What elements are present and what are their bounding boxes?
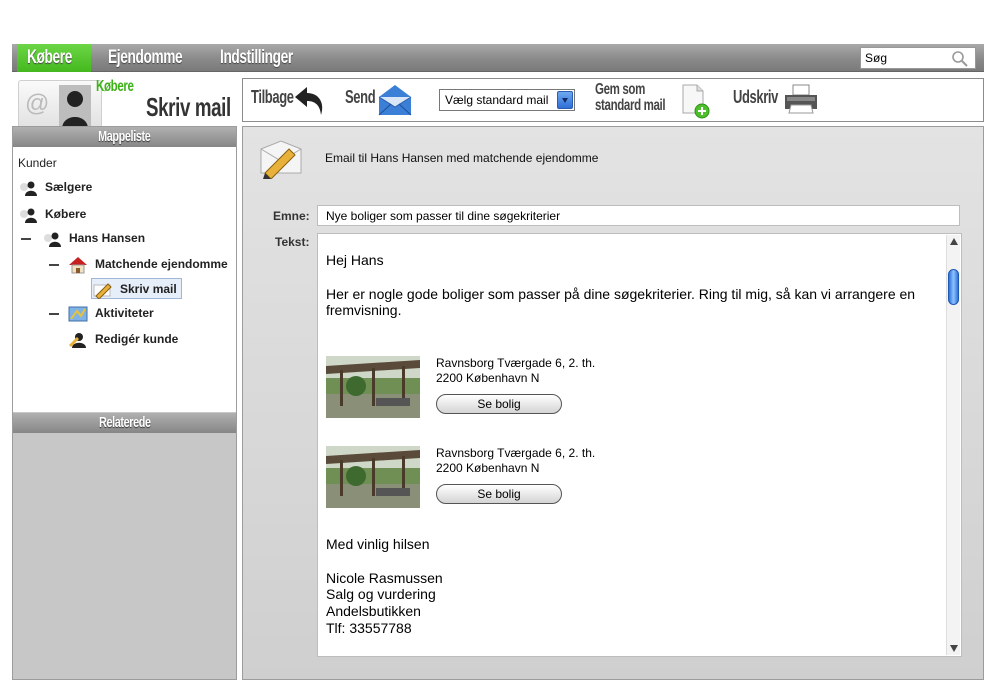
toolbar: Tilbage Send Vælg standard mail Gem som … bbox=[242, 78, 984, 122]
user-icon bbox=[44, 232, 61, 247]
tree-item-aktiviteter[interactable]: Aktiviteter bbox=[67, 303, 154, 323]
new-document-icon[interactable] bbox=[679, 83, 711, 119]
write-mail-icon bbox=[260, 140, 302, 179]
tab-indstillinger[interactable]: Indstillinger bbox=[220, 44, 350, 72]
mail-intro: Her er nogle gode boliger som passer på … bbox=[326, 286, 916, 318]
collapse-icon[interactable] bbox=[21, 238, 31, 240]
related-header: Relaterede bbox=[13, 413, 236, 433]
folder-list-header: Mappeliste bbox=[13, 127, 236, 147]
tab-ejendomme[interactable]: Ejendomme bbox=[108, 44, 218, 72]
tree-item-matchende-ejendomme[interactable]: Matchende ejendomme bbox=[67, 254, 228, 274]
tree-item-kobere[interactable]: Købere bbox=[17, 204, 86, 224]
at-icon: @ bbox=[25, 90, 50, 117]
tree-item-hans-hansen[interactable]: Hans Hansen bbox=[41, 228, 145, 248]
tree-item-saelgere[interactable]: Sælgere bbox=[17, 177, 92, 197]
listing-card: Ravnsborg Tværgade 6, 2. th. 2200 Københ… bbox=[326, 356, 726, 418]
body-label: Tekst: bbox=[275, 235, 310, 249]
signature-company: Andelsbutikken bbox=[326, 603, 421, 619]
vertical-scrollbar[interactable] bbox=[946, 235, 960, 655]
sidebar: Mappeliste Kunder Sælgere Købere Hans Ha… bbox=[12, 126, 237, 680]
listing-address: Ravnsborg Tværgade 6, 2. th. 2200 Københ… bbox=[436, 356, 596, 385]
top-navigation: Købere Ejendomme Indstillinger bbox=[12, 44, 984, 72]
person-icon bbox=[59, 85, 91, 129]
listing-card: Ravnsborg Tværgade 6, 2. th. 2200 Københ… bbox=[326, 446, 726, 508]
user-header: @ Købere Skriv mail bbox=[12, 78, 240, 132]
mail-heading: Email til Hans Hansen med matchende ejen… bbox=[325, 151, 599, 165]
user-group-icon bbox=[20, 208, 37, 223]
scroll-thumb[interactable] bbox=[948, 269, 959, 305]
standard-mail-select[interactable]: Vælg standard mail bbox=[439, 89, 575, 111]
edit-user-icon bbox=[69, 332, 86, 348]
print-button[interactable]: Udskriv bbox=[733, 87, 778, 108]
pencil-icon bbox=[93, 283, 112, 299]
back-button[interactable]: Tilbage bbox=[251, 87, 294, 108]
subject-label: Emne: bbox=[273, 209, 310, 223]
property-photo[interactable] bbox=[326, 356, 420, 418]
collapse-icon[interactable] bbox=[49, 313, 59, 315]
mail-greeting: Hej Hans bbox=[326, 252, 384, 268]
mail-body-editor[interactable]: Hej Hans Her er nogle gode boliger som p… bbox=[317, 233, 962, 657]
chevron-down-icon[interactable] bbox=[557, 91, 573, 109]
breadcrumb-section[interactable]: Købere bbox=[96, 78, 134, 96]
save-as-standard-button[interactable]: Gem som standard mail bbox=[595, 82, 666, 114]
signature-title: Salg og vurdering bbox=[326, 586, 436, 602]
signature-phone: Tlf: 33557788 bbox=[326, 620, 412, 636]
listing-address: Ravnsborg Tværgade 6, 2. th. 2200 Københ… bbox=[436, 446, 596, 475]
mail-compose-panel: Email til Hans Hansen med matchende ejen… bbox=[242, 126, 984, 680]
see-property-button[interactable]: Se bolig bbox=[436, 394, 562, 414]
search-box bbox=[860, 47, 976, 69]
subject-input[interactable] bbox=[317, 205, 960, 226]
activities-icon bbox=[68, 306, 88, 322]
see-property-button[interactable]: Se bolig bbox=[436, 484, 562, 504]
signature-name: Nicole Rasmussen bbox=[326, 570, 443, 586]
back-arrow-icon[interactable] bbox=[293, 83, 327, 117]
search-input[interactable] bbox=[861, 48, 949, 68]
search-icon[interactable] bbox=[951, 50, 969, 68]
folder-tree: Kunder Sælgere Købere Hans Hansen Matche… bbox=[13, 147, 236, 412]
collapse-icon[interactable] bbox=[49, 264, 59, 266]
printer-icon[interactable] bbox=[783, 83, 819, 115]
avatar: @ bbox=[18, 80, 102, 132]
user-group-icon bbox=[20, 181, 37, 196]
page-title: Skriv mail bbox=[146, 92, 231, 122]
tree-item-rediger-kunde[interactable]: Redigér kunde bbox=[67, 329, 178, 349]
property-photo[interactable] bbox=[326, 446, 420, 508]
house-icon bbox=[69, 256, 87, 274]
tab-kobere[interactable]: Købere bbox=[17, 44, 91, 72]
send-button[interactable]: Send bbox=[345, 87, 376, 108]
mail-signoff: Med vinlig hilsen bbox=[326, 536, 430, 552]
scroll-down-icon[interactable] bbox=[950, 645, 958, 652]
scroll-up-icon[interactable] bbox=[950, 238, 958, 245]
tree-root-kunder[interactable]: Kunder bbox=[18, 153, 57, 173]
tree-item-skriv-mail[interactable]: Skriv mail bbox=[91, 278, 182, 299]
envelope-icon[interactable] bbox=[377, 83, 413, 117]
